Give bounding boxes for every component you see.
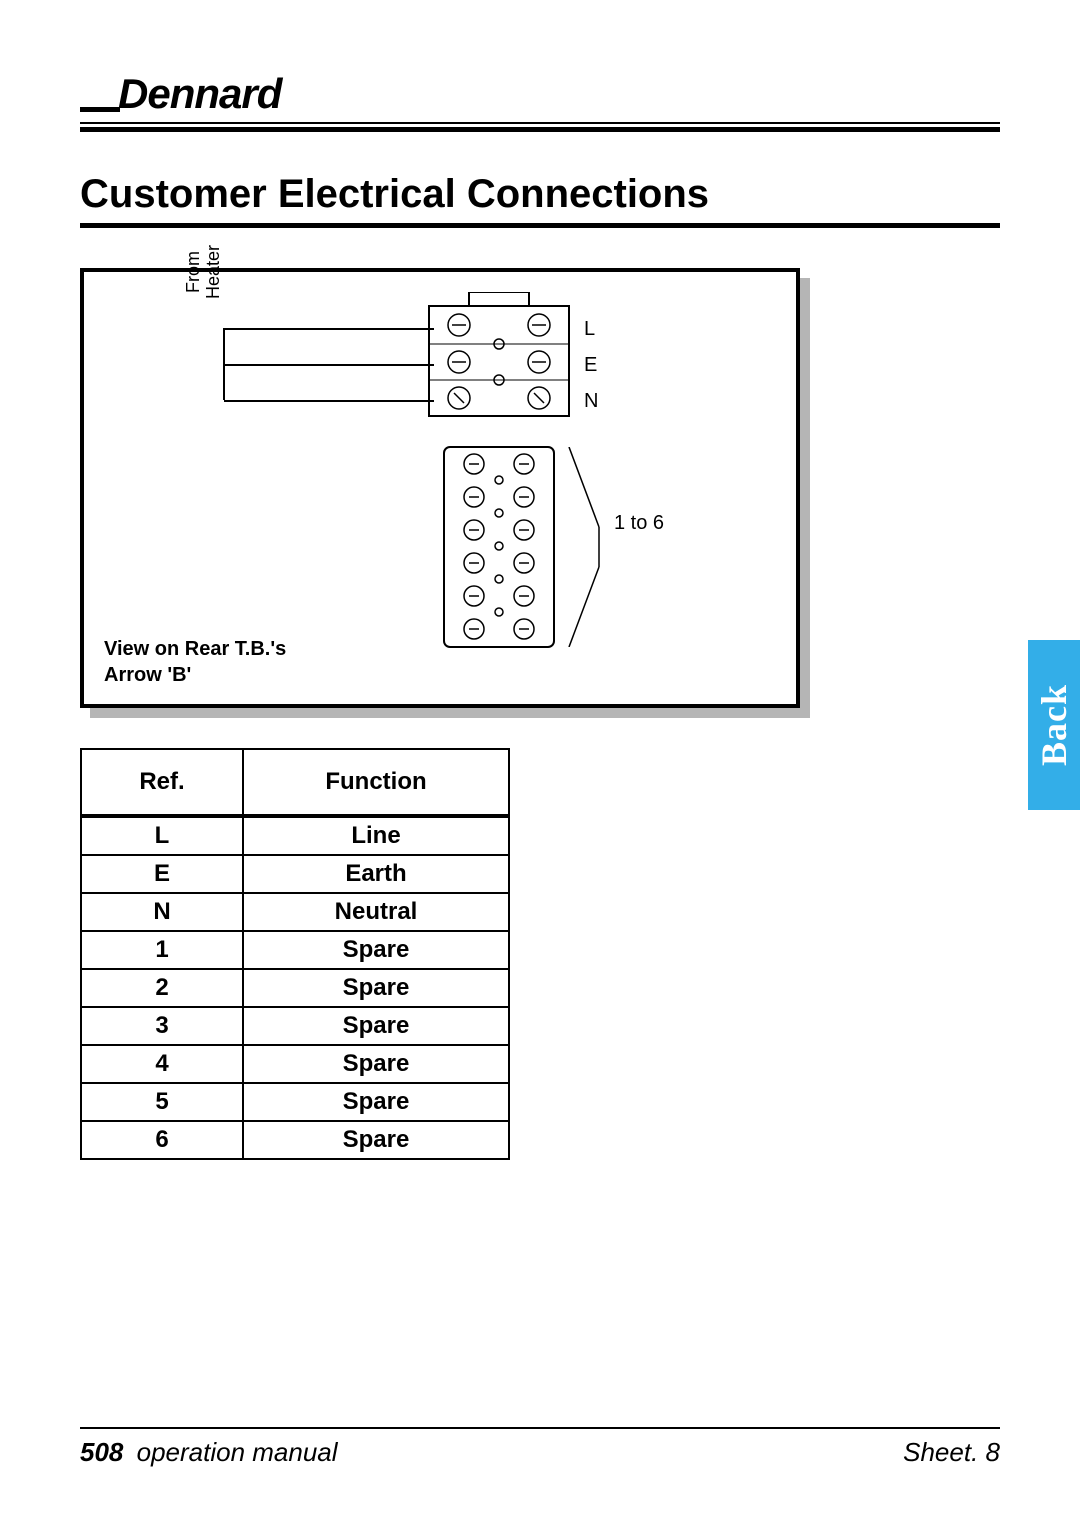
table-row: 6Spare <box>81 1121 509 1159</box>
footer-left: 508 operation manual <box>80 1437 338 1468</box>
terminal-block-bottom-icon <box>439 442 559 652</box>
doc-type: operation manual <box>137 1437 338 1467</box>
cell-function: Spare <box>243 1045 509 1083</box>
cell-ref: N <box>81 893 243 931</box>
table-header-row: Ref. Function <box>81 749 509 816</box>
diagram-note-line1: View on Rear T.B.'s <box>104 636 286 662</box>
table-row: 5Spare <box>81 1083 509 1121</box>
cell-ref: E <box>81 855 243 893</box>
brand-text: Dennard <box>118 70 281 117</box>
brand-underline <box>80 107 120 112</box>
sheet-label: Sheet. <box>903 1437 978 1467</box>
cell-function: Spare <box>243 931 509 969</box>
wire-e <box>224 364 434 366</box>
cell-function: Line <box>243 816 509 855</box>
manual-page: Dennard Customer Electrical Connections … <box>0 0 1080 1528</box>
wire-l <box>224 328 434 330</box>
cell-ref: 1 <box>81 931 243 969</box>
label-1-to-6: 1 to 6 <box>614 512 664 535</box>
brand-logo: Dennard <box>80 70 1000 118</box>
table-row: 4Spare <box>81 1045 509 1083</box>
back-tab[interactable]: Back <box>1028 640 1080 810</box>
label-l: L <box>584 318 595 341</box>
cell-function: Spare <box>243 1083 509 1121</box>
cell-function: Earth <box>243 855 509 893</box>
model-number: 508 <box>80 1437 123 1467</box>
cell-ref: 5 <box>81 1083 243 1121</box>
table-row: 1Spare <box>81 931 509 969</box>
wire-n <box>224 400 434 402</box>
terminal-block-top-icon <box>424 292 574 422</box>
table-row: EEarth <box>81 855 509 893</box>
cell-function: Spare <box>243 1121 509 1159</box>
from-heater-label: From Heater <box>184 212 224 332</box>
table-body: LLine EEarth NNeutral 1Spare 2Spare 3Spa… <box>81 816 509 1159</box>
header-rule <box>80 122 1000 132</box>
cell-ref: 2 <box>81 969 243 1007</box>
footer-right: Sheet. 8 <box>903 1437 1000 1468</box>
label-e: E <box>584 354 597 377</box>
cell-function: Spare <box>243 969 509 1007</box>
diagram-note: View on Rear T.B.'s Arrow 'B' <box>104 636 286 688</box>
page-footer: 508 operation manual Sheet. 8 <box>80 1427 1000 1468</box>
cell-ref: 3 <box>81 1007 243 1045</box>
from-heater-text: From Heater <box>183 245 223 299</box>
reference-table: Ref. Function LLine EEarth NNeutral 1Spa… <box>80 748 510 1160</box>
diagram-note-line2: Arrow 'B' <box>104 662 286 688</box>
cell-ref: L <box>81 816 243 855</box>
label-n: N <box>584 390 598 413</box>
header-function: Function <box>243 749 509 816</box>
table-row: NNeutral <box>81 893 509 931</box>
table-row: 3Spare <box>81 1007 509 1045</box>
cell-function: Spare <box>243 1007 509 1045</box>
cell-ref: 4 <box>81 1045 243 1083</box>
table-row: 2Spare <box>81 969 509 1007</box>
cell-ref: 6 <box>81 1121 243 1159</box>
section-title: Customer Electrical Connections <box>80 172 1000 217</box>
sheet-number: 8 <box>986 1437 1000 1467</box>
table-row: LLine <box>81 816 509 855</box>
cell-function: Neutral <box>243 893 509 931</box>
header-ref: Ref. <box>81 749 243 816</box>
brace-icon <box>564 447 604 647</box>
wiring-diagram: From Heater <box>80 268 800 708</box>
